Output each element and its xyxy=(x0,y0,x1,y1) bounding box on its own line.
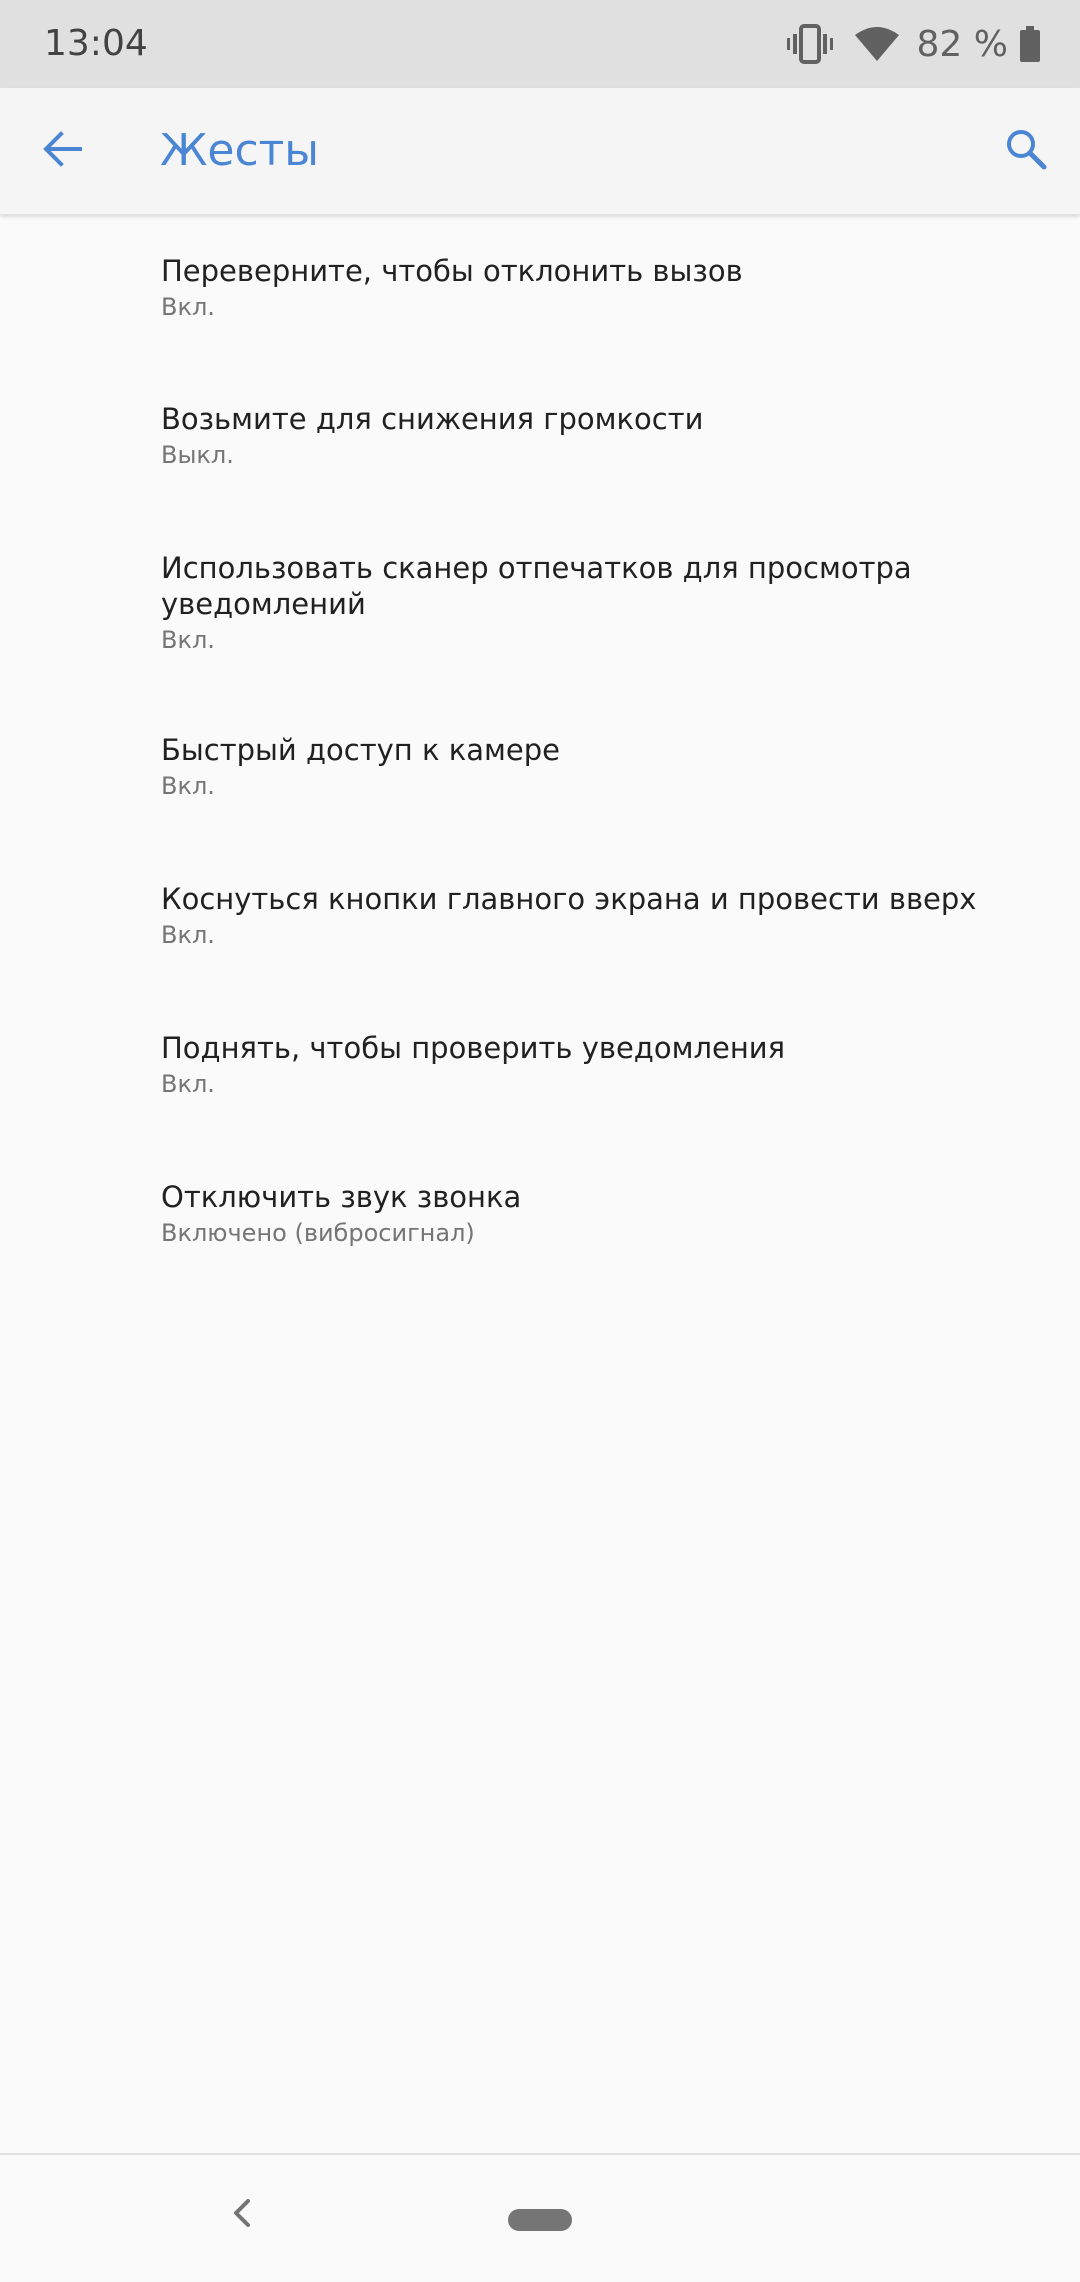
page-title: Жесты xyxy=(160,125,320,176)
list-item-summary: Вкл. xyxy=(161,293,215,321)
vibrate-icon xyxy=(786,24,833,64)
list-item-summary: Выкл. xyxy=(161,441,234,469)
search-icon xyxy=(1005,128,1047,174)
list-item-title: Использовать сканер отпечатков для просм… xyxy=(161,551,912,621)
battery-icon xyxy=(1020,26,1040,62)
list-item-summary: Вкл. xyxy=(161,921,215,949)
gesture-item-fingerprint-notifications[interactable]: Использовать сканер отпечатков для просм… xyxy=(0,512,1080,696)
app-bar: Жесты xyxy=(0,88,1080,215)
gesture-item-pickup-lower-volume[interactable]: Возьмите для снижения громкости Выкл. xyxy=(0,363,1080,512)
back-button[interactable] xyxy=(30,119,94,183)
gesture-item-mute-ring[interactable]: Отключить звук звонка Включено (вибросиг… xyxy=(0,1143,1080,1292)
list-item-title: Возьмите для снижения громкости xyxy=(161,402,704,436)
arrow-back-icon xyxy=(42,131,82,171)
chevron-left-icon xyxy=(230,2197,254,2233)
gesture-item-lift-to-check[interactable]: Поднять, чтобы проверить уведомления Вкл… xyxy=(0,994,1080,1143)
list-item-title: Коснуться кнопки главного экрана и прове… xyxy=(161,882,977,916)
battery-percentage: 82 % xyxy=(916,23,1008,65)
gesture-item-flip-to-reject[interactable]: Переверните, чтобы отклонить вызов Вкл. xyxy=(0,214,1080,363)
gesture-item-quick-camera[interactable]: Быстрый доступ к камере Вкл. xyxy=(0,696,1080,845)
list-item-title: Переверните, чтобы отклонить вызов xyxy=(161,254,743,288)
list-item-summary: Вкл. xyxy=(161,626,215,654)
status-icons: 82 % xyxy=(786,0,1040,88)
list-item-title: Отключить звук звонка xyxy=(161,1180,522,1214)
status-bar: 13:04 82 % xyxy=(0,0,1080,88)
list-item-title: Поднять, чтобы проверить уведомления xyxy=(161,1031,786,1065)
status-time: 13:04 xyxy=(44,23,148,64)
navigation-bar xyxy=(0,2153,1080,2282)
list-item-summary: Вкл. xyxy=(161,772,215,800)
list-item-title: Быстрый доступ к камере xyxy=(161,733,560,767)
nav-back-button[interactable] xyxy=(218,2191,266,2239)
home-pill-icon[interactable] xyxy=(508,2209,572,2231)
wifi-icon xyxy=(854,27,899,61)
search-button[interactable] xyxy=(994,119,1058,183)
gesture-item-swipe-up-home[interactable]: Коснуться кнопки главного экрана и прове… xyxy=(0,845,1080,994)
list-item-summary: Включено (вибросигнал) xyxy=(161,1219,475,1247)
list-item-summary: Вкл. xyxy=(161,1070,215,1098)
